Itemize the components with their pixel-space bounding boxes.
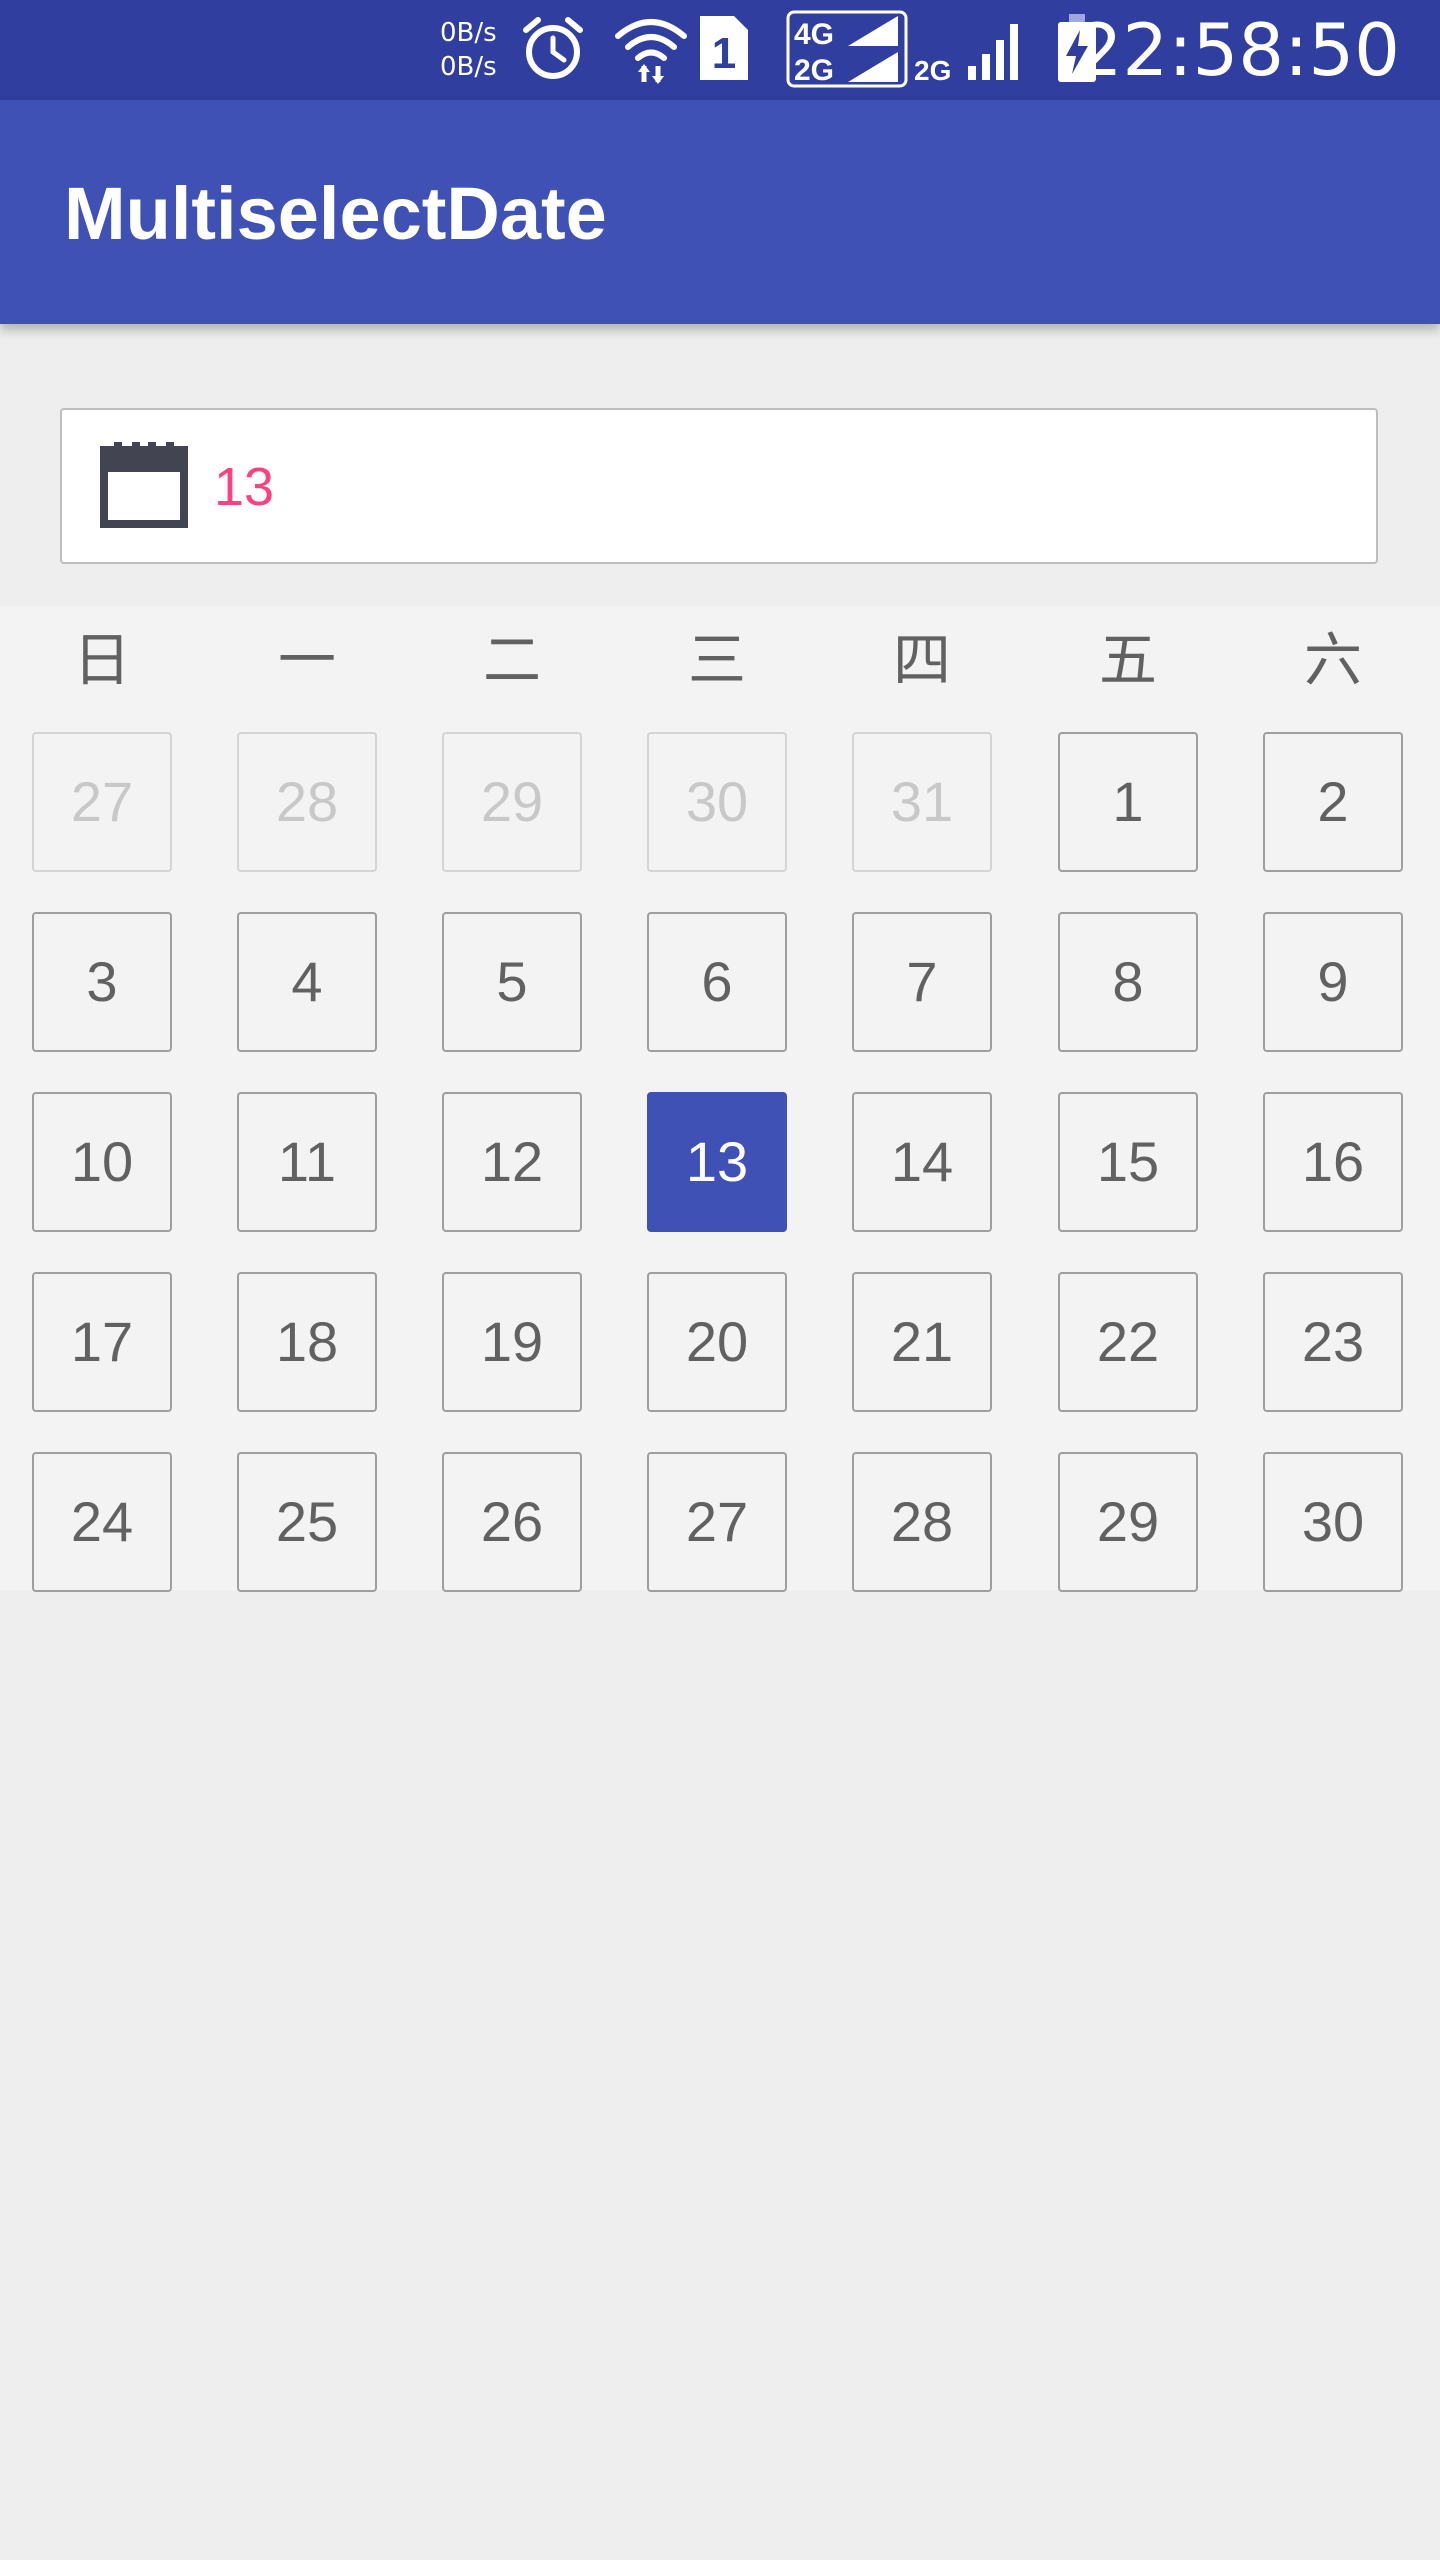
status-bar: 0B/s 0B/s 1 4G 2G 2G 22:58:50 bbox=[0, 0, 1440, 100]
signal-icon: 4G 2G bbox=[786, 10, 908, 93]
weekday-label: 一 bbox=[277, 626, 336, 694]
day-cell[interactable]: 16 bbox=[1263, 1092, 1403, 1232]
day-cell[interactable]: 30 bbox=[647, 732, 787, 872]
day-cell-selected[interactable]: 13 bbox=[647, 1092, 787, 1232]
weekday-label: 三 bbox=[687, 626, 746, 694]
day-cell[interactable]: 23 bbox=[1263, 1272, 1403, 1412]
selected-date-field[interactable]: 13 bbox=[60, 408, 1378, 564]
network-4g-label: 4G bbox=[794, 18, 834, 51]
status-clock: 22:58:50 bbox=[1076, 8, 1400, 92]
day-cell[interactable]: 31 bbox=[852, 732, 992, 872]
day-cell[interactable]: 18 bbox=[237, 1272, 377, 1412]
signal-icon: 2G bbox=[914, 14, 1030, 89]
day-cell[interactable]: 30 bbox=[1263, 1452, 1403, 1592]
day-cell[interactable]: 8 bbox=[1058, 912, 1198, 1052]
weekday-label: 六 bbox=[1303, 626, 1362, 694]
day-cell[interactable]: 22 bbox=[1058, 1272, 1198, 1412]
day-cell[interactable]: 28 bbox=[237, 732, 377, 872]
day-cell[interactable]: 28 bbox=[852, 1452, 992, 1592]
app-title: MultiselectDate bbox=[64, 172, 607, 255]
day-cell[interactable]: 6 bbox=[647, 912, 787, 1052]
day-cell[interactable]: 1 bbox=[1058, 732, 1198, 872]
day-cell[interactable]: 15 bbox=[1058, 1092, 1198, 1232]
day-cell[interactable]: 10 bbox=[32, 1092, 172, 1232]
weekday-label: 日 bbox=[72, 626, 131, 694]
day-cell[interactable]: 14 bbox=[852, 1092, 992, 1232]
calendar-icon bbox=[98, 442, 190, 535]
day-cell[interactable]: 21 bbox=[852, 1272, 992, 1412]
day-cell[interactable]: 11 bbox=[237, 1092, 377, 1232]
day-cell[interactable]: 9 bbox=[1263, 912, 1403, 1052]
day-cell[interactable]: 29 bbox=[1058, 1452, 1198, 1592]
selected-date-value: 13 bbox=[214, 457, 275, 517]
weekday-label: 四 bbox=[892, 626, 951, 694]
app-bar: MultiselectDate bbox=[0, 100, 1440, 324]
day-cell[interactable]: 24 bbox=[32, 1452, 172, 1592]
network-2g-label: 2G bbox=[794, 54, 834, 87]
day-cell[interactable]: 19 bbox=[442, 1272, 582, 1412]
day-cell[interactable]: 20 bbox=[647, 1272, 787, 1412]
sim-icon: 1 bbox=[698, 14, 750, 87]
day-cell[interactable]: 7 bbox=[852, 912, 992, 1052]
sim-slot-number: 1 bbox=[712, 29, 736, 78]
month-calendar: 日一二三四五六 27 28 29 30 31 1 2 3 4 5 6 7 8 9 10 11 12 13 14 15 1… bbox=[0, 606, 1440, 1592]
weekday-label: 二 bbox=[482, 626, 541, 694]
day-cell[interactable]: 12 bbox=[442, 1092, 582, 1232]
day-cell[interactable]: 3 bbox=[32, 912, 172, 1052]
day-cell[interactable]: 29 bbox=[442, 732, 582, 872]
day-cell[interactable]: 26 bbox=[442, 1452, 582, 1592]
day-cell[interactable]: 2 bbox=[1263, 732, 1403, 872]
day-cell[interactable]: 5 bbox=[442, 912, 582, 1052]
weekday-label: 五 bbox=[1098, 626, 1157, 694]
day-cell[interactable]: 27 bbox=[647, 1452, 787, 1592]
weekday-header: 日一二三四五六 bbox=[0, 606, 1440, 706]
day-cell[interactable]: 25 bbox=[237, 1452, 377, 1592]
alarm-icon bbox=[520, 14, 586, 89]
day-cell[interactable]: 17 bbox=[32, 1272, 172, 1412]
day-cell[interactable]: 4 bbox=[237, 912, 377, 1052]
wifi-icon bbox=[614, 14, 688, 89]
network-2g-second-label: 2G bbox=[914, 55, 951, 84]
day-cell[interactable]: 27 bbox=[32, 732, 172, 872]
download-speed: 0B/s bbox=[440, 52, 497, 82]
upload-speed: 0B/s bbox=[440, 18, 497, 48]
network-speed: 0B/s 0B/s bbox=[440, 16, 497, 84]
